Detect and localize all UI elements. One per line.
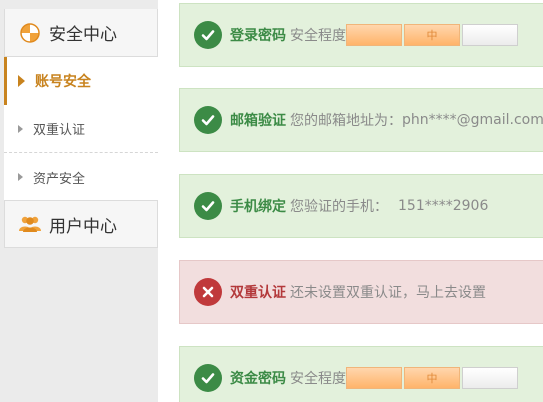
- meter-segment-label: 中: [404, 24, 460, 46]
- card-title: 登录密码: [230, 28, 286, 44]
- card-two-factor[interactable]: 双重认证 还未设置双重认证，马上去设置: [179, 260, 543, 324]
- sidebar-header-label: 安全中心: [49, 25, 117, 45]
- shield-icon: [19, 22, 41, 44]
- card-email-verify[interactable]: 邮箱验证 您的邮箱地址为： phn****@gmail.com: [179, 88, 543, 152]
- card-desc: 您的邮箱地址为：: [290, 113, 402, 129]
- check-circle-icon: [194, 21, 222, 49]
- sidebar-header-label: 用户中心: [49, 216, 117, 237]
- phone-value: 151****2906: [398, 198, 489, 214]
- setup-two-factor-link[interactable]: 还未设置双重认证，马上去设置: [290, 282, 486, 302]
- email-value: phn****@gmail.com: [402, 112, 543, 128]
- sidebar-header-user-center[interactable]: 用户中心: [4, 200, 158, 248]
- card-phone-binding[interactable]: 手机绑定 您验证的手机： 151****2906: [179, 174, 543, 238]
- card-title: 邮箱验证: [230, 113, 286, 129]
- meter-segment-empty: [462, 24, 518, 46]
- card-desc: 安全程度: [290, 371, 346, 387]
- meter-segment-empty: [462, 367, 518, 389]
- security-level-meter: 中: [346, 24, 518, 46]
- sidebar-item-label: 双重认证: [33, 123, 86, 138]
- card-title: 手机绑定: [230, 199, 286, 215]
- card-login-password[interactable]: 登录密码 安全程度 中: [179, 3, 543, 67]
- sidebar: 安全中心 账号安全 双重认证 资产安全 用户中心: [0, 0, 158, 402]
- card-desc: 安全程度: [290, 28, 346, 44]
- meter-segment-label: 中: [404, 367, 460, 389]
- card-title: 双重认证: [230, 285, 286, 301]
- caret-right-icon: [18, 173, 23, 181]
- sidebar-item-label: 资产安全: [33, 171, 86, 187]
- card-desc: 您验证的手机：: [290, 199, 388, 215]
- x-circle-icon: [194, 278, 222, 306]
- meter-segment: [346, 24, 402, 46]
- sidebar-header-security-center[interactable]: 安全中心: [4, 9, 158, 57]
- sidebar-item-two-factor[interactable]: 双重认证: [4, 105, 158, 153]
- users-icon: [19, 213, 41, 235]
- sidebar-item-account-security[interactable]: 账号安全: [4, 57, 158, 105]
- meter-segment: [346, 367, 402, 389]
- card-fund-password[interactable]: 资金密码 安全程度 中: [179, 346, 543, 402]
- card-title: 资金密码: [230, 371, 286, 387]
- sidebar-item-asset-security[interactable]: 资产安全: [4, 153, 158, 201]
- caret-right-icon: [18, 124, 23, 133]
- check-circle-icon: [194, 364, 222, 392]
- caret-right-icon: [18, 75, 25, 87]
- check-circle-icon: [194, 106, 222, 134]
- check-circle-icon: [194, 192, 222, 220]
- security-level-meter: 中: [346, 367, 518, 389]
- sidebar-item-label: 账号安全: [35, 74, 91, 90]
